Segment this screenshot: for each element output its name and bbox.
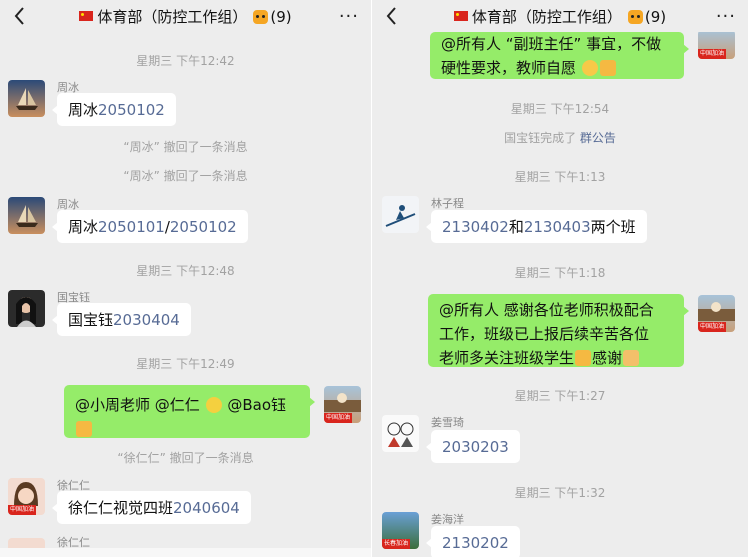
screenshot-collage: 体育部（防控工作组） (9) ··· 星期三 下午12:42 周冰 周冰 20501… xyxy=(0,0,748,557)
phone-number-link[interactable]: 2050102 xyxy=(170,218,237,236)
phone-number-link[interactable]: 2130402 xyxy=(442,218,509,236)
more-icon[interactable]: ··· xyxy=(339,6,359,27)
message-bubble[interactable]: 徐仁仁视觉四班 2040604 xyxy=(52,491,251,524)
lemon-emoji-icon xyxy=(205,397,222,413)
tiger-icon xyxy=(253,10,269,24)
my-avatar[interactable]: 中国加油 xyxy=(324,386,361,423)
phone-number-link[interactable]: 2130202 xyxy=(442,534,509,552)
text-line: 感谢 xyxy=(592,349,623,367)
message-bubble[interactable]: 周冰 2050102 xyxy=(52,93,176,126)
message-text: 周冰 xyxy=(68,218,99,236)
chat-header: 体育部（防控工作组） (9) ··· xyxy=(372,0,748,32)
message-bubble[interactable]: 2030203 xyxy=(426,430,520,463)
sailboat-avatar-image xyxy=(16,88,38,110)
chat-title: 体育部（防控工作组） (9) xyxy=(372,6,748,27)
timestamp: 星期三 下午1:27 xyxy=(514,389,606,403)
message-bubble[interactable]: 2130202 xyxy=(426,526,520,557)
message-text: 两个班 xyxy=(590,218,636,236)
my-avatar[interactable]: 中国加油 xyxy=(698,30,735,59)
my-avatar[interactable]: 中国加油 xyxy=(698,295,735,332)
thumbs-up-emoji-icon xyxy=(599,60,616,76)
notice-text: 国宝钰完成了 xyxy=(504,131,580,145)
text-line: 工作，班级已上报后续辛苦各位 xyxy=(439,325,650,343)
avatar[interactable] xyxy=(8,80,45,117)
timestamp: 星期三 下午12:48 xyxy=(136,264,235,278)
phone-number-link[interactable]: 2050102 xyxy=(98,101,165,119)
phone-number-link[interactable]: 2130403 xyxy=(524,218,591,236)
message-bubble-outgoing[interactable]: @小周老师 @仁仁 @Bao钰 xyxy=(64,385,315,441)
sender-name: 姜雪琦 xyxy=(431,416,464,429)
message-text: 国宝钰 xyxy=(68,311,114,329)
member-count: (9) xyxy=(270,8,292,26)
recall-notice: “周冰” 撤回了一条消息 xyxy=(123,140,248,154)
smile-emoji-icon xyxy=(581,60,598,76)
thumbs-up-emoji-icon xyxy=(76,421,92,437)
mention-text: @小周老师 @仁仁 xyxy=(75,396,200,414)
mention-text: @Bao钰 xyxy=(222,396,286,414)
pray-emoji-icon xyxy=(623,350,640,366)
avatar-badge: 长春加油 xyxy=(382,539,411,549)
phone-number-link[interactable]: 2030203 xyxy=(442,438,509,456)
input-bar-edge xyxy=(0,548,371,557)
timestamp: 星期三 下午12:54 xyxy=(510,102,610,116)
avatar[interactable]: 长春加油 xyxy=(382,512,419,549)
more-icon[interactable]: ··· xyxy=(716,6,736,27)
message-bubble[interactable]: 国宝钰 2030404 xyxy=(52,303,191,336)
portrait-avatar-image xyxy=(16,297,36,327)
phone-number-link[interactable]: 2040604 xyxy=(173,499,240,517)
text-line: 老师多关注班级学生 xyxy=(439,349,575,367)
text-line: @所有人 感谢各位老师积极配合 xyxy=(439,301,654,319)
avatar[interactable]: 中国加油 xyxy=(8,478,45,515)
chat-header: 体育部（防控工作组） (9) ··· xyxy=(0,0,371,32)
timestamp: 星期三 下午12:49 xyxy=(136,357,235,371)
member-count: (9) xyxy=(644,8,667,26)
message-text: 和 xyxy=(508,218,524,236)
avatar[interactable] xyxy=(8,197,45,234)
message-bubble-outgoing[interactable]: @所有人 “副班主任” 事宜，不做 硬性要求，教师自愿 xyxy=(430,32,689,80)
landscape-avatar-image xyxy=(324,393,361,412)
message-bubble-outgoing[interactable]: @所有人 感谢各位老师积极配合 工作，班级已上报后续辛苦各位 老师多关注班级学生 感谢 xyxy=(428,294,689,370)
avatar-badge: 中国加油 xyxy=(698,49,727,59)
text-line: @所有人 “副班主任” 事宜，不做 xyxy=(441,35,662,53)
message-bubble[interactable]: 2130402 和 2130403 两个班 xyxy=(426,210,647,243)
chat-panel-right: 体育部（防控工作组） (9) ··· @所有人 “副班主任” 事宜，不做 硬性要求，… xyxy=(371,0,748,557)
thumbs-up-emoji-icon xyxy=(575,350,592,366)
flag-icon xyxy=(453,11,468,21)
timestamp: 星期三 下午12:42 xyxy=(136,54,235,68)
timestamp: 星期三 下午1:13 xyxy=(514,170,606,184)
group-name: 体育部（防控工作组） xyxy=(471,8,622,26)
avatar[interactable] xyxy=(382,196,419,233)
recall-notice: “周冰” 撤回了一条消息 xyxy=(123,169,248,183)
message-text: @所有人 感谢各位老师积极配合 工作，班级已上报后续辛苦各位 老师多关注班级学生 感谢 xyxy=(439,298,654,370)
recall-notice: “徐仁仁” 撤回了一条消息 xyxy=(117,451,254,465)
landscape-avatar-image xyxy=(698,302,735,321)
phone-number-link[interactable]: 2050101 xyxy=(98,218,165,236)
avatar-badge: 中国加油 xyxy=(698,322,727,332)
timestamp: 星期三 下午1:32 xyxy=(514,486,606,500)
group-notice-link[interactable]: 群公告 xyxy=(580,131,616,145)
message-text: @小周老师 @仁仁 @Bao钰 xyxy=(75,393,286,441)
group-name: 体育部（防控工作组） xyxy=(97,8,248,26)
message-text: @所有人 “副班主任” 事宜，不做 硬性要求，教师自愿 xyxy=(441,32,661,80)
avatar[interactable] xyxy=(382,415,419,452)
sender-name: 林子程 xyxy=(431,197,464,210)
message-text: 徐仁仁视觉四班 xyxy=(68,499,174,517)
avatar[interactable] xyxy=(8,290,45,327)
avatar-badge: 中国加油 xyxy=(8,505,37,515)
flag-icon xyxy=(79,11,94,21)
couple-cartoon-avatar-image xyxy=(387,422,414,447)
sailboat-avatar-image xyxy=(16,205,38,227)
system-notice: 国宝钰完成了 群公告 xyxy=(372,129,748,146)
avatar-badge: 中国加油 xyxy=(324,413,353,423)
sender-name: 姜海洋 xyxy=(431,513,464,526)
timestamp: 星期三 下午1:18 xyxy=(514,266,606,280)
tiger-icon xyxy=(627,10,643,24)
phone-number-link[interactable]: 2030404 xyxy=(113,311,180,329)
message-bubble[interactable]: 周冰 2050101/2050102 xyxy=(52,210,248,243)
skier-avatar-image xyxy=(385,205,416,227)
chat-title: 体育部（防控工作组） (9) xyxy=(0,6,371,27)
chat-panel-left: 体育部（防控工作组） (9) ··· 星期三 下午12:42 周冰 周冰 20501… xyxy=(0,0,371,557)
message-text: 周冰 xyxy=(68,101,99,119)
text-line: 硬性要求，教师自愿 xyxy=(441,59,577,77)
